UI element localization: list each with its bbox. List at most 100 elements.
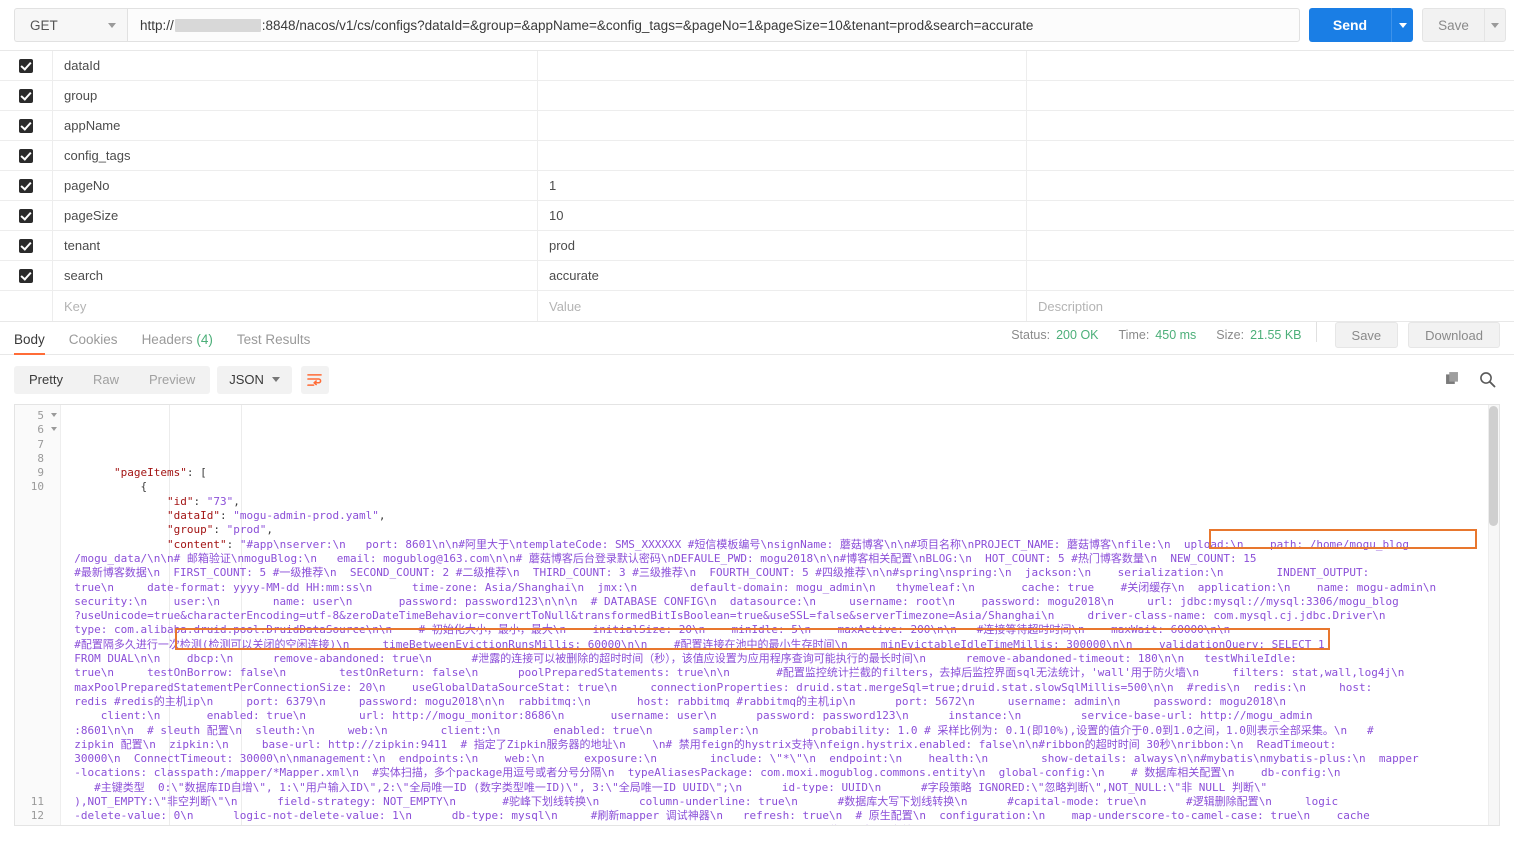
view-mode-pretty[interactable]: Pretty	[14, 366, 78, 394]
code-line: ?useUnicode=true&characterEncoding=utf-8…	[61, 609, 1499, 623]
param-value-cell[interactable]	[538, 51, 1027, 80]
param-enabled-checkbox[interactable]	[0, 81, 53, 110]
param-description-cell[interactable]	[1027, 171, 1514, 200]
param-key-cell[interactable]: pageSize	[53, 201, 538, 230]
param-key-cell[interactable]: appName	[53, 111, 538, 140]
copy-button[interactable]	[1445, 371, 1462, 388]
code-line: "group": "prod",	[61, 523, 1499, 537]
code-token: 关闭缓存	[1127, 580, 1172, 594]
code-token: 数字类型唯一	[479, 780, 546, 794]
code-token: \"\n field-strategy: NOT_EMPTY\n #	[210, 795, 509, 809]
fold-arrow-icon[interactable]	[51, 413, 57, 417]
code-token: ,	[266, 523, 273, 537]
code-token: \n SECOND_COUNT: 2 #	[323, 566, 463, 580]
word-wrap-toggle[interactable]	[300, 365, 329, 394]
code-line: redis #redis的主机ip\n port: 6379\n passwor…	[61, 695, 1499, 709]
param-key-cell[interactable]: group	[53, 81, 538, 110]
param-enabled-checkbox[interactable]	[0, 51, 53, 80]
param-enabled-checkbox[interactable]	[0, 291, 53, 321]
code-token: ，去掉后监控界面	[928, 666, 1017, 680]
tab-test-results[interactable]: Test Results	[237, 332, 311, 354]
code-token: : [	[186, 466, 207, 480]
param-key-cell[interactable]: dataId	[53, 51, 538, 80]
param-key-cell[interactable]: config_tags	[53, 141, 538, 170]
param-value-cell[interactable]: 1	[538, 171, 1027, 200]
code-token: 全局唯一	[618, 780, 663, 794]
param-description-cell[interactable]	[1027, 261, 1514, 290]
code-token: 判断	[1231, 780, 1254, 794]
code-token: "73"	[206, 494, 234, 508]
tab-body[interactable]: Body	[14, 332, 45, 355]
param-value-cell[interactable]: 10	[538, 201, 1027, 230]
param-enabled-checkbox[interactable]	[0, 231, 53, 260]
tab-cookies[interactable]: Cookies	[69, 332, 118, 354]
code-token: \n minEvictableIdleTimeMillis: 300000\n\…	[834, 637, 1325, 651]
code-token: )\n timeBetweenEvictionRunsMillis: 60000…	[329, 637, 681, 651]
param-enabled-checkbox[interactable]	[0, 111, 53, 140]
line-number: 7	[37, 437, 44, 451]
checkbox-checked-icon	[19, 178, 33, 193]
tab-headers[interactable]: Headers (4)	[142, 332, 213, 354]
url-input[interactable]: http://:8848/nacos/v1/cs/configs?dataId=…	[127, 8, 1300, 42]
code-token: 字段策略	[927, 780, 972, 794]
param-enabled-checkbox[interactable]	[0, 201, 53, 230]
line-number	[15, 552, 60, 566]
code-token: 刷新	[597, 809, 620, 823]
code-line: -locations: classpath:/mapper/*Mapper.xm…	[61, 766, 1499, 780]
fold-arrow-icon[interactable]	[51, 427, 57, 432]
http-method-select[interactable]: GET	[14, 8, 127, 42]
checkbox-checked-icon	[19, 118, 33, 133]
param-description-cell[interactable]	[1027, 81, 1514, 110]
param-value-placeholder[interactable]: Value	[538, 291, 1027, 321]
code-token: \n db-config:\n	[1221, 766, 1341, 780]
code-token: \n sleuth:\n web:\n client:\n enabled: t…	[228, 723, 938, 737]
save-options-button[interactable]	[1484, 8, 1506, 42]
code-token: 数据库相关配置	[1144, 766, 1222, 780]
search-button[interactable]	[1479, 371, 1496, 388]
code-token: \n column-underline: true\n #	[585, 795, 845, 809]
vertical-scrollbar-thumb[interactable]	[1489, 406, 1498, 526]
param-value-cell[interactable]	[538, 141, 1027, 170]
param-key-cell[interactable]: search	[53, 261, 538, 290]
param-description-cell[interactable]	[1027, 201, 1514, 230]
code-token: \n \n#	[612, 737, 679, 751]
response-body-code[interactable]: "pageItems": [ { "id": "73", "dataId": "…	[61, 405, 1499, 825]
code-token: \n\n#	[883, 537, 918, 551]
param-description-cell[interactable]	[1027, 111, 1514, 140]
send-options-button[interactable]	[1391, 8, 1413, 42]
code-token: 支持	[791, 737, 814, 751]
param-value-cell[interactable]: accurate	[538, 261, 1027, 290]
param-key-cell[interactable]: pageNo	[53, 171, 538, 200]
param-value-cell[interactable]	[538, 111, 1027, 140]
param-value-cell[interactable]	[538, 81, 1027, 110]
param-enabled-checkbox[interactable]	[0, 141, 53, 170]
code-token: :	[193, 494, 207, 508]
param-description-cell[interactable]	[1027, 51, 1514, 80]
param-key-placeholder[interactable]: Key	[53, 291, 538, 321]
save-response-button[interactable]: Save	[1334, 322, 1399, 348]
code-token: 配置连接在池中的最小生存时间	[680, 637, 835, 651]
view-mode-preview[interactable]: Preview	[134, 366, 210, 394]
param-description-placeholder[interactable]: Description	[1027, 291, 1514, 321]
code-token: \n zipkin:\n base-url: http://zipkin:941…	[142, 737, 474, 751]
code-token: \"	[1253, 780, 1268, 794]
response-language-select[interactable]: JSON	[217, 365, 292, 394]
download-response-button[interactable]: Download	[1408, 322, 1500, 348]
param-value-cell[interactable]: prod	[538, 231, 1027, 260]
send-button[interactable]: Send	[1309, 8, 1391, 42]
response-body-viewer[interactable]: 5678910 111213 "pageItems": [ { "id": "73…	[14, 404, 1500, 826]
checkbox-checked-icon	[19, 238, 33, 253]
param-description-cell[interactable]	[1027, 231, 1514, 260]
save-request-button[interactable]: Save	[1422, 8, 1484, 42]
query-params-table: dataId group appName config_tags pageNo 1 page…	[0, 50, 1514, 322]
param-key-cell[interactable]: tenant	[53, 231, 538, 260]
param-description-cell[interactable]	[1027, 141, 1514, 170]
code-token: 三级推荐	[638, 566, 683, 580]
line-number	[15, 738, 60, 752]
code-token: : 0.1(	[992, 723, 1033, 737]
view-mode-raw[interactable]: Raw	[78, 366, 134, 394]
vertical-scrollbar-track[interactable]	[1488, 405, 1499, 825]
param-enabled-checkbox[interactable]	[0, 261, 53, 290]
line-number	[15, 752, 60, 766]
param-enabled-checkbox[interactable]	[0, 171, 53, 200]
